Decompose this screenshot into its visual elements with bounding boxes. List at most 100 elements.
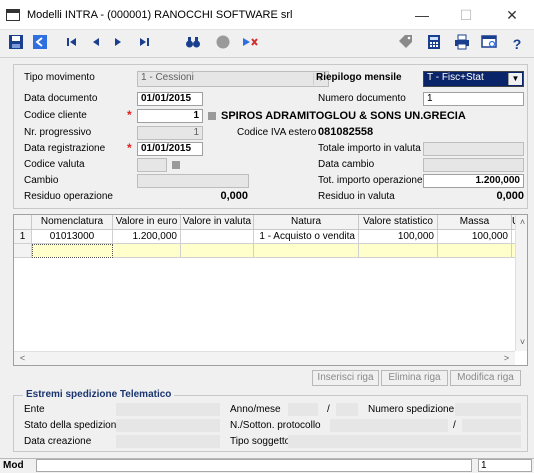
codice-iva-estero-value: 081082558 <box>318 126 374 138</box>
nr-progressivo-label: Nr. progressivo <box>24 127 92 138</box>
tipo-movimento-label: Tipo movimento <box>24 72 95 83</box>
cambio-label: Cambio <box>24 175 59 186</box>
data-creazione-label: Data creazione <box>24 436 92 447</box>
numero-documento-input[interactable]: 1 <box>423 92 524 106</box>
table-cell-nomenclatura[interactable]: 01013000 <box>32 230 113 244</box>
required-marker: * <box>127 141 132 155</box>
grid-row-index: 1 <box>14 230 32 244</box>
tot-importo-operazione-label: Tot. importo operazione <box>318 175 423 186</box>
ente-label: Ente <box>24 404 45 415</box>
mode-indicator: Mod <box>3 460 24 471</box>
table-cell-massa[interactable] <box>438 244 512 258</box>
scroll-up-icon[interactable]: ˄ <box>516 217 527 227</box>
help-icon[interactable]: ? <box>507 34 527 54</box>
scroll-left-icon[interactable]: < <box>16 353 29 363</box>
riepilogo-dropdown-icon[interactable]: ▼ <box>508 73 522 85</box>
anno-field <box>288 403 318 416</box>
inserisci-riga-button[interactable]: Inserisci riga <box>312 370 379 386</box>
anno-mese-label: Anno/mese <box>230 404 281 415</box>
table-cell-valore-valuta[interactable] <box>181 244 254 258</box>
grid-header-valore-statistico[interactable]: Valore statistico <box>359 215 438 230</box>
grid-horizontal-scrollbar[interactable]: < > <box>14 351 515 365</box>
maximize-button[interactable]: ☐ <box>446 0 486 30</box>
valuta-lookup-button[interactable] <box>172 161 180 169</box>
codice-cliente-label: Codice cliente <box>24 110 87 121</box>
printer-icon[interactable] <box>452 34 472 54</box>
data-registrazione-input[interactable]: 01/01/2015 <box>137 142 203 156</box>
table-cell-valore-statistico[interactable]: 100,000 <box>359 230 438 244</box>
scroll-right-icon[interactable]: > <box>500 353 513 363</box>
residuo-valuta-label: Residuo in valuta <box>318 191 395 202</box>
protocollo-field <box>330 419 448 432</box>
totale-importo-valuta-input[interactable] <box>423 142 524 156</box>
grid-header-valore-euro[interactable]: Valore in euro <box>113 215 181 230</box>
mese-field <box>336 403 358 416</box>
record-counter: 1 <box>478 459 532 472</box>
cliente-nome: SPIROS ADRAMITOGLOU & SONS UN. <box>221 110 424 122</box>
tot-importo-operazione-input[interactable]: 1.200,000 <box>423 174 524 188</box>
table-cell-nomenclatura[interactable] <box>32 244 113 258</box>
tipo-movimento-value: 1 - Cessioni <box>141 72 194 83</box>
data-cambio-input[interactable] <box>423 158 524 172</box>
cambio-input[interactable] <box>137 174 249 188</box>
delete-icon[interactable] <box>240 34 260 54</box>
riepilogo-value: T - Fisc+Stat <box>427 72 484 83</box>
data-cambio-label: Data cambio <box>318 159 375 170</box>
anno-mese-separator: / <box>327 404 330 415</box>
codice-cliente-input[interactable]: 1 <box>137 109 203 123</box>
next-record-icon[interactable] <box>108 34 128 54</box>
exit-icon[interactable] <box>30 34 50 54</box>
protocollo-separator: / <box>453 420 456 431</box>
scroll-down-icon[interactable]: ˅ <box>516 337 527 347</box>
riepilogo-label: Riepilogo mensile <box>316 72 402 83</box>
table-cell-valore-euro[interactable] <box>113 244 181 258</box>
tipo-soggetto-label: Tipo soggetto <box>230 436 291 447</box>
grid-header-valore-valuta[interactable]: Valore in valuta <box>181 215 254 230</box>
previous-record-icon[interactable] <box>86 34 106 54</box>
data-documento-input[interactable]: 01/01/2015 <box>137 92 203 106</box>
table-cell-natura[interactable]: 1 - Acquisto o vendita <box>254 230 359 244</box>
close-button[interactable]: ✕ <box>492 0 532 30</box>
last-record-icon[interactable] <box>134 34 154 54</box>
grid-header-nomenclatura[interactable]: Nomenclatura <box>32 215 113 230</box>
tipo-movimento-select[interactable]: 1 - Cessioni <box>137 71 329 87</box>
grid-header-natura[interactable]: Natura <box>254 215 359 230</box>
tag-icon[interactable] <box>395 34 415 54</box>
status-message <box>36 459 472 472</box>
app-icon <box>6 9 20 21</box>
minimize-button[interactable]: — <box>402 0 442 30</box>
cliente-lookup-button[interactable] <box>208 112 216 120</box>
codice-valuta-input[interactable] <box>137 158 167 172</box>
grid-header-massa[interactable]: Massa <box>438 215 512 230</box>
tipo-soggetto-field <box>288 435 521 448</box>
table-cell-valore-statistico[interactable] <box>359 244 438 258</box>
stato-spedizione-field <box>116 419 220 432</box>
nr-progressivo-input[interactable]: 1 <box>137 126 203 140</box>
stato-spedizione-label: Stato della spedizione <box>24 420 122 431</box>
modifica-riga-button[interactable]: Modifica riga <box>450 370 521 386</box>
circle-icon[interactable] <box>213 34 233 54</box>
elimina-riga-button[interactable]: Elimina riga <box>381 370 448 386</box>
preview-icon[interactable] <box>479 34 499 54</box>
numero-spedizione-label: Numero spedizione <box>368 404 455 415</box>
table-cell-valore-euro[interactable]: 1.200,000 <box>113 230 181 244</box>
calculator-icon[interactable] <box>424 34 444 54</box>
search-binoculars-icon[interactable] <box>183 34 203 54</box>
telematico-title: Estremi spedizione Telematico <box>23 389 175 400</box>
detail-grid[interactable]: Nomenclatura Valore in euro Valore in va… <box>13 214 528 366</box>
grid-vertical-scrollbar[interactable]: ˄ ˅ <box>515 215 527 351</box>
numero-documento-label: Numero documento <box>318 93 406 104</box>
data-documento-label: Data documento <box>24 93 98 104</box>
ente-field <box>116 403 220 416</box>
residuo-operazione-value: 0,000 <box>220 190 248 202</box>
grid-row-header-corner <box>14 215 32 230</box>
data-creazione-field <box>116 435 220 448</box>
save-icon[interactable] <box>6 34 26 54</box>
table-cell-valore-valuta[interactable] <box>181 230 254 244</box>
window-title: Modelli INTRA - (000001) RANOCCHI SOFTWA… <box>27 9 293 21</box>
first-record-icon[interactable] <box>62 34 82 54</box>
table-cell-natura[interactable] <box>254 244 359 258</box>
table-cell-massa[interactable]: 100,000 <box>438 230 512 244</box>
codice-iva-estero-label: Codice IVA estero <box>237 127 317 138</box>
numero-spedizione-field <box>455 403 521 416</box>
